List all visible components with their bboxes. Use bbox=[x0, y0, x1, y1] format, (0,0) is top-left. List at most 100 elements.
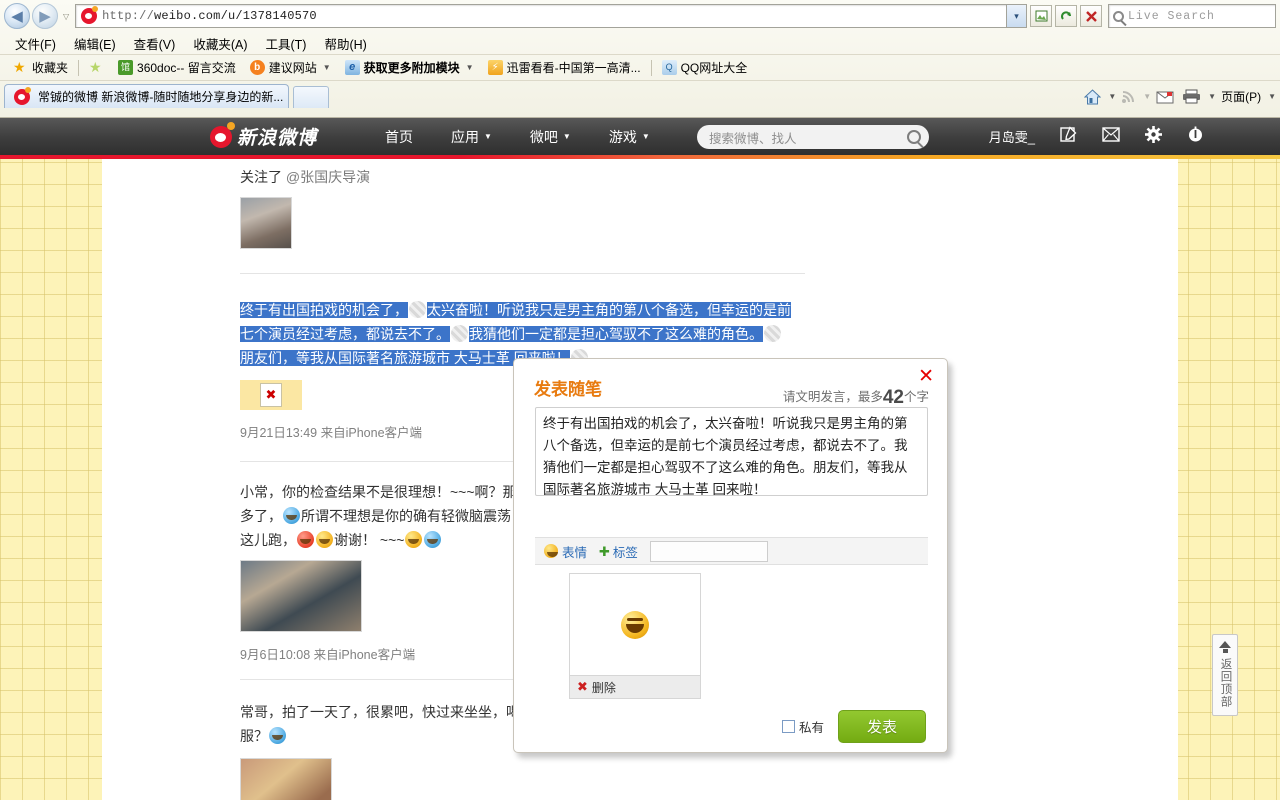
browser-search-box[interactable]: Live Search bbox=[1108, 4, 1276, 28]
settings-gear-icon[interactable] bbox=[1145, 126, 1162, 147]
emoji-button[interactable]: 表情 bbox=[543, 542, 587, 561]
bookmark-xunlei[interactable]: ⚡ 迅雷看看-中国第一高清... bbox=[481, 57, 648, 78]
emoji-label: 表情 bbox=[562, 545, 588, 560]
compose-icon[interactable] bbox=[1060, 126, 1077, 147]
browser-chrome: ◀ ▶ ▽ http://weibo.com/u/1378140570 ▾ Li… bbox=[0, 0, 1280, 118]
selected-text: 我猜他们一定都是担心驾驭不了这么难的角色。 bbox=[469, 326, 763, 342]
favorites-bar: ★ 收藏夹 ★ 馆 360doc-- 留言交流 b 建议网站 ▼ e 获取更多附… bbox=[0, 54, 1280, 80]
bookmark-suggested-sites[interactable]: b 建议网站 ▼ bbox=[243, 57, 338, 78]
char-limit-hint: 请文明发言，最多42个字 bbox=[783, 386, 929, 409]
composer-textarea[interactable] bbox=[535, 407, 928, 496]
chevron-down-icon[interactable]: ▼ bbox=[1108, 92, 1116, 101]
weibo-user-toolbar: 月岛雯_ bbox=[989, 118, 1204, 155]
history-dropdown-icon[interactable]: ▽ bbox=[63, 12, 69, 21]
dialog-title: 发表随笔 bbox=[534, 380, 602, 399]
grin-emoji-icon bbox=[621, 610, 649, 639]
menu-favorites[interactable]: 收藏夹(A) bbox=[184, 32, 256, 55]
url-rest: weibo.com/u/1378140570 bbox=[153, 9, 317, 23]
bookmark-label: 360doc-- 留言交流 bbox=[137, 61, 236, 75]
back-arrow-icon[interactable]: ◀ bbox=[4, 3, 30, 29]
stop-icon[interactable] bbox=[1080, 5, 1102, 27]
weibo-favicon bbox=[14, 86, 31, 105]
attachment-area: ✖ 删除 bbox=[535, 565, 928, 701]
bookmark-label: 建议网站 bbox=[268, 61, 317, 75]
tag-input[interactable] bbox=[649, 540, 768, 562]
chevron-down-icon[interactable]: ▼ bbox=[466, 63, 474, 72]
chevron-down-icon[interactable]: ▼ bbox=[1208, 92, 1216, 101]
private-checkbox-row[interactable]: 私有 bbox=[781, 717, 824, 736]
weibo-logo[interactable]: 新浪微博 bbox=[210, 121, 317, 150]
forward-arrow-icon[interactable]: ▶ bbox=[32, 3, 58, 29]
message-icon[interactable] bbox=[1102, 127, 1120, 146]
post-text: 终于有出国拍戏的机会了， 太兴奋啦！听说我只是男主角的第八个备选，但幸运的是前 bbox=[240, 298, 805, 322]
toolbar-divider bbox=[78, 59, 80, 76]
nav-item-apps[interactable]: 应用 ▼ bbox=[451, 127, 492, 147]
back-to-top-label: 返回顶部 bbox=[1219, 658, 1232, 708]
close-icon[interactable]: ✕ bbox=[918, 367, 934, 386]
weibo-nav-menu: 首页 应用 ▼ 微吧 ▼ 游戏 ▼ bbox=[385, 118, 650, 155]
up-arrow-stem-icon bbox=[1222, 649, 1228, 653]
nav-item-home[interactable]: 首页 bbox=[385, 127, 413, 147]
bookmark-qq-nav[interactable]: Q QQ网址大全 bbox=[655, 57, 755, 78]
address-dropdown-icon[interactable]: ▾ bbox=[1006, 5, 1026, 27]
compat-view-icon[interactable] bbox=[1030, 5, 1052, 27]
emoji-icon bbox=[269, 727, 286, 744]
nav-item-games[interactable]: 游戏 ▼ bbox=[609, 127, 650, 147]
chevron-down-icon: ▼ bbox=[484, 132, 492, 141]
post-thumbnail[interactable] bbox=[240, 560, 362, 632]
nav-item-weiba[interactable]: 微吧 ▼ bbox=[530, 127, 571, 147]
dialog-header: 发表随笔 请文明发言，最多42个字 ✕ bbox=[514, 359, 947, 409]
url-protocol: http:// bbox=[102, 9, 154, 23]
search-icon bbox=[1113, 10, 1124, 22]
menu-edit[interactable]: 编辑(E) bbox=[65, 32, 125, 55]
publish-button[interactable]: 发表 bbox=[838, 709, 926, 743]
weibo-search-placeholder: 搜索微博、找人 bbox=[709, 131, 797, 146]
selected-text: 太兴奋啦！听说我只是男主角的第八个备选，但幸运的是前 bbox=[427, 302, 791, 318]
print-icon[interactable] bbox=[1179, 88, 1204, 105]
username-label[interactable]: 月岛雯_ bbox=[989, 127, 1035, 146]
post-thumbnail[interactable] bbox=[240, 758, 332, 800]
page-menu-button[interactable]: 页面(P) bbox=[1218, 87, 1264, 106]
home-icon[interactable] bbox=[1081, 88, 1104, 106]
feeds-icon[interactable] bbox=[1118, 88, 1139, 105]
menu-view[interactable]: 查看(V) bbox=[125, 32, 185, 55]
read-mail-icon[interactable] bbox=[1153, 89, 1177, 105]
private-checkbox[interactable] bbox=[781, 719, 795, 733]
private-label: 私有 bbox=[798, 720, 824, 735]
weibo-search-box[interactable]: 搜索微博、找人 bbox=[697, 125, 929, 149]
attachment-preview[interactable] bbox=[570, 574, 700, 675]
post-text-part: 所谓不理想是你的确有轻微脑震荡 bbox=[301, 508, 511, 524]
nav-label: 首页 bbox=[385, 128, 413, 145]
chevron-down-icon[interactable]: ▼ bbox=[323, 63, 331, 72]
tag-button[interactable]: ✚ 标签 bbox=[599, 542, 638, 561]
browser-tab-weibo[interactable]: 常铖的微博 新浪微博-随时随地分享身边的新... bbox=[4, 84, 289, 108]
delete-attachment-button[interactable]: ✖ 删除 bbox=[570, 675, 700, 698]
menu-file[interactable]: 文件(F) bbox=[6, 32, 65, 55]
new-tab-button[interactable] bbox=[293, 86, 329, 108]
menu-help[interactable]: 帮助(H) bbox=[315, 32, 375, 55]
post-thumbnail[interactable] bbox=[240, 197, 292, 249]
selected-text: 终于有出国拍戏的机会了， bbox=[240, 302, 408, 318]
chevron-down-icon[interactable]: ▼ bbox=[1268, 92, 1276, 101]
emoji-icon bbox=[316, 531, 333, 548]
bookmark-360doc[interactable]: 馆 360doc-- 留言交流 bbox=[111, 57, 243, 78]
broken-image-placeholder[interactable]: ✖ bbox=[240, 380, 302, 410]
notification-icon[interactable] bbox=[1187, 126, 1204, 147]
browser-navigation-bar: ◀ ▶ ▽ http://weibo.com/u/1378140570 ▾ Li… bbox=[0, 0, 1280, 32]
refresh-icon[interactable] bbox=[1055, 5, 1077, 27]
nav-label: 微吧 bbox=[529, 128, 558, 145]
add-to-favorites-button[interactable]: ★ bbox=[82, 58, 111, 77]
post-text-part: 这儿跑， bbox=[240, 532, 296, 548]
menu-tools[interactable]: 工具(T) bbox=[256, 32, 315, 55]
tab-strip: 常铖的微博 新浪微博-随时随地分享身边的新... ▼ ▼ ▼ 页面(P) ▼ bbox=[0, 80, 1280, 108]
bookmark-get-more-addons[interactable]: e 获取更多附加模块 ▼ bbox=[338, 57, 481, 78]
address-bar-url: http://weibo.com/u/1378140570 bbox=[102, 9, 317, 23]
tag-label: 标签 bbox=[612, 545, 638, 560]
back-to-top-button[interactable]: 返回顶部 bbox=[1212, 634, 1238, 716]
address-bar[interactable]: http://weibo.com/u/1378140570 ▾ bbox=[75, 4, 1027, 28]
mention-link[interactable]: @张国庆导演 bbox=[286, 169, 370, 185]
search-icon[interactable] bbox=[907, 130, 921, 144]
weibo-top-nav: 新浪微博 首页 应用 ▼ 微吧 ▼ 游戏 ▼ 搜索微博、找人 月岛雯_ bbox=[0, 118, 1280, 155]
favorites-button[interactable]: ★ 收藏夹 bbox=[6, 57, 75, 78]
post-text-part: 服？ bbox=[240, 728, 268, 744]
